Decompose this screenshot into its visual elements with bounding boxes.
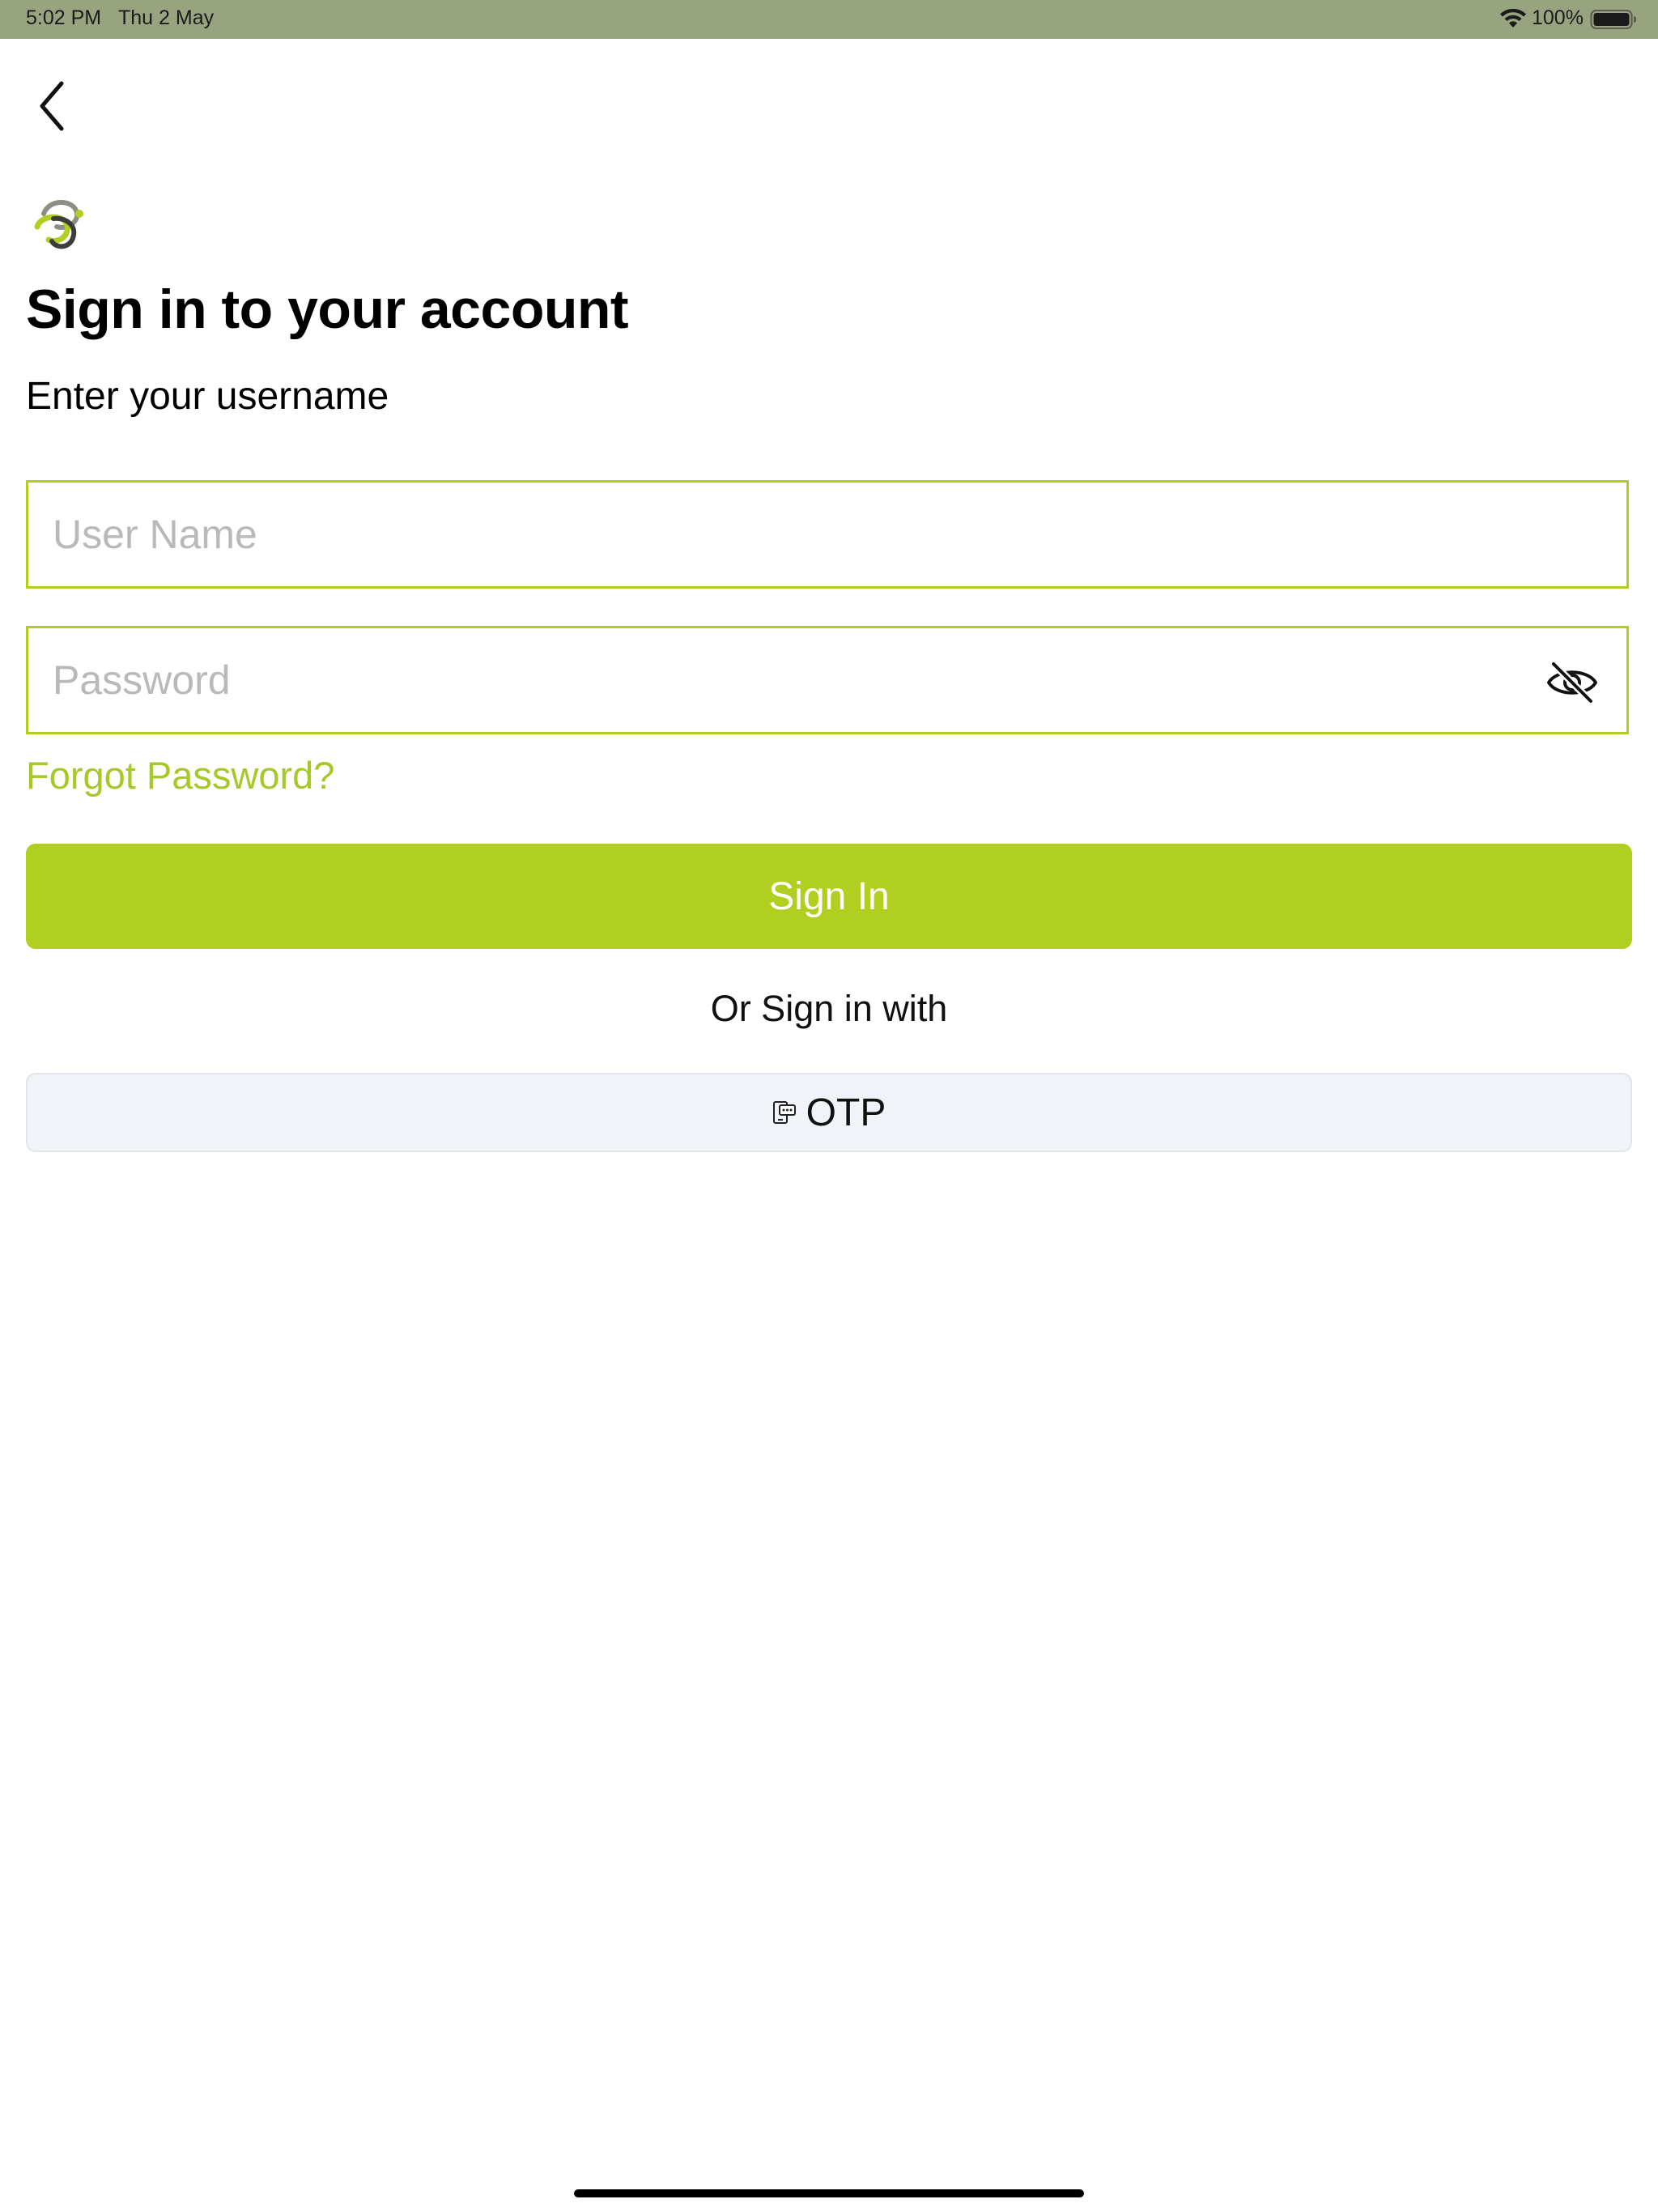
status-bar: 5:02 PM Thu 2 May 100% (0, 0, 1658, 39)
battery-percent: 100% (1532, 6, 1584, 29)
wifi-icon (1500, 8, 1526, 28)
forgot-password-link[interactable]: Forgot Password? (26, 753, 334, 798)
status-date: Thu 2 May (118, 6, 215, 29)
sign-in-button[interactable]: Sign In (26, 844, 1632, 949)
home-indicator[interactable] (574, 2189, 1084, 2197)
otp-sign-in-button[interactable]: OTP (26, 1073, 1632, 1152)
eye-off-icon[interactable] (1545, 659, 1599, 706)
page-title: Sign in to your account (26, 279, 629, 340)
status-time: 5:02 PM (26, 6, 102, 29)
otp-label: OTP (806, 1091, 886, 1134)
alternate-sign-in-label: Or Sign in with (710, 988, 948, 1029)
page-subtitle: Enter your username (26, 375, 389, 418)
password-input[interactable] (53, 628, 1526, 732)
password-field[interactable] (26, 626, 1629, 734)
phone-message-icon (772, 1101, 796, 1124)
battery-icon (1590, 10, 1636, 29)
brand-logo (34, 200, 83, 249)
username-input[interactable] (53, 483, 1526, 586)
username-field[interactable] (26, 480, 1629, 589)
back-chevron-icon[interactable] (32, 77, 74, 135)
